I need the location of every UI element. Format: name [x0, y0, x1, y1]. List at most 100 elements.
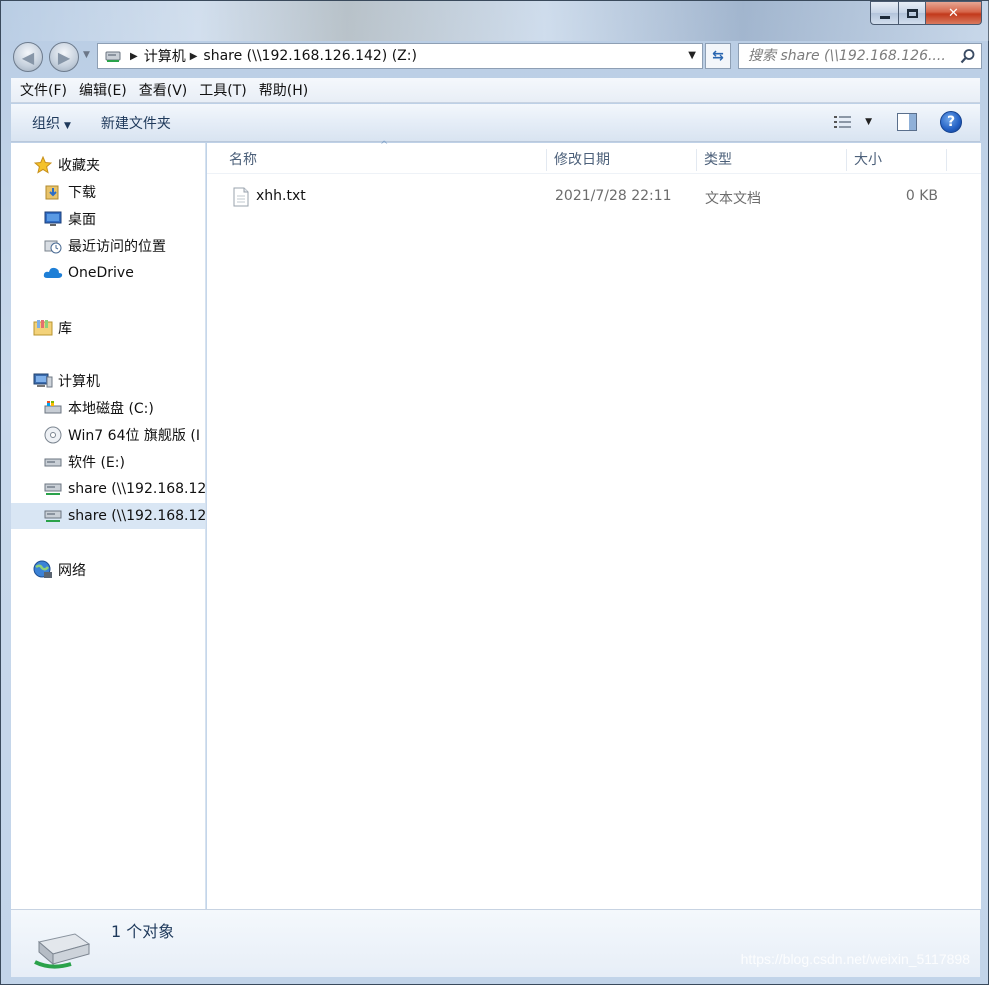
forward-button[interactable]: ▶: [49, 42, 79, 72]
tree-item-desktop[interactable]: 桌面: [11, 206, 205, 232]
tree-label: 最近访问的位置: [68, 239, 166, 255]
tree-item-libraries[interactable]: 库: [11, 315, 205, 341]
help-button[interactable]: ?: [940, 111, 962, 133]
minimize-icon: [879, 15, 890, 19]
network-drive-large-icon: [34, 933, 91, 969]
breadcrumb-share[interactable]: share (\\192.168.126.142) (Z:): [203, 48, 417, 64]
refresh-icon: ⇆: [712, 48, 724, 64]
change-view-button[interactable]: ▼: [833, 114, 872, 130]
onedrive-cloud-icon: [43, 264, 63, 282]
maximize-button[interactable]: [899, 1, 926, 25]
desktop-icon: [43, 210, 63, 228]
tree-label: 收藏夹: [58, 158, 100, 174]
window-controls: ✕: [870, 1, 982, 25]
search-icon[interactable]: [960, 48, 976, 64]
menu-bar: 文件(F) 编辑(E) 查看(V) 工具(T) 帮助(H): [11, 78, 980, 103]
tree-label: 软件 (E:): [68, 455, 125, 471]
tree-label: 下载: [68, 185, 96, 201]
file-list: ^ 名称 修改日期 类型 大小 xhh.txt 2021/7/28 22:11 …: [207, 140, 981, 909]
menu-help[interactable]: 帮助(H): [254, 80, 313, 100]
search-box[interactable]: [738, 43, 982, 69]
column-header-type[interactable]: 类型: [697, 149, 847, 171]
tree-item-favorites[interactable]: 收藏夹: [11, 152, 205, 178]
details-view-icon: [834, 116, 852, 128]
close-button[interactable]: ✕: [926, 1, 982, 25]
back-button[interactable]: ◀: [13, 42, 43, 72]
address-bar[interactable]: ▶ 计算机 ▶ share (\\192.168.126.142) (Z:) ▼: [97, 43, 703, 69]
tree-label: 计算机: [58, 374, 100, 390]
recent-pages-dropdown[interactable]: ▼: [83, 50, 90, 60]
title-bar[interactable]: [1, 1, 989, 41]
recent-places-icon: [43, 237, 63, 255]
file-type: 文本文档: [705, 191, 761, 207]
tree-item-onedrive[interactable]: OneDrive: [11, 260, 205, 286]
breadcrumb-separator-icon[interactable]: ▶: [190, 51, 198, 62]
organize-button[interactable]: 组织 ▼: [22, 113, 81, 133]
address-dropdown-icon[interactable]: ▼: [688, 50, 696, 61]
tree-label: 库: [58, 321, 72, 337]
tree-item-computer[interactable]: 计算机: [11, 368, 205, 394]
breadcrumb-separator-icon[interactable]: ▶: [130, 51, 138, 62]
tree-label: share (\\192.168.12: [68, 508, 206, 524]
downloads-folder-icon: [43, 183, 63, 201]
back-arrow-icon: ◀: [21, 47, 35, 67]
column-header-date[interactable]: 修改日期: [547, 149, 697, 171]
tree-item-share-2[interactable]: share (\\192.168.12: [11, 503, 206, 529]
network-globe-icon: [33, 560, 53, 579]
tree-label: 网络: [58, 563, 86, 579]
menu-edit[interactable]: 编辑(E): [74, 80, 132, 100]
star-icon: [33, 156, 53, 174]
breadcrumb-computer[interactable]: 计算机: [144, 46, 186, 66]
close-icon: ✕: [948, 5, 959, 21]
network-drive-icon: [102, 46, 126, 66]
minimize-button[interactable]: [870, 1, 899, 25]
tree-item-drive-e[interactable]: 软件 (E:): [11, 449, 205, 475]
tree-item-dvd-drive[interactable]: Win7 64位 旗舰版 (I: [11, 422, 205, 448]
chevron-down-icon[interactable]: ▼: [865, 117, 872, 127]
tree-item-drive-c[interactable]: 本地磁盘 (C:): [11, 395, 205, 421]
local-drive-icon: [43, 453, 63, 471]
menu-view[interactable]: 查看(V): [134, 80, 193, 100]
system-drive-icon: [43, 399, 63, 417]
network-drive-icon: [43, 480, 63, 498]
tree-item-recent[interactable]: 最近访问的位置: [11, 233, 205, 259]
tree-item-downloads[interactable]: 下载: [11, 179, 205, 205]
tree-label: OneDrive: [68, 265, 134, 281]
address-row: ◀ ▶ ▼ ▶ 计算机 ▶ share (\\192.168.126.142) …: [11, 41, 982, 72]
preview-pane-button[interactable]: [897, 113, 917, 131]
tree-label: share (\\192.168.12: [68, 481, 206, 497]
tree-label: Win7 64位 旗舰版 (I: [68, 428, 200, 444]
search-input[interactable]: [748, 48, 953, 64]
refresh-button[interactable]: ⇆: [705, 43, 731, 69]
item-count: 1 个对象: [111, 922, 175, 941]
organize-label: 组织: [32, 115, 60, 132]
column-header-size[interactable]: 大小: [847, 149, 947, 171]
chevron-down-icon: ▼: [64, 120, 71, 131]
new-folder-button[interactable]: 新建文件夹: [91, 113, 181, 133]
tree-item-network[interactable]: 网络: [11, 557, 205, 583]
table-row[interactable]: xhh.txt 2021/7/28 22:11 文本文档 0 KB: [227, 183, 957, 211]
explorer-window: ✕ ◀ ▶ ▼ ▶ 计算机 ▶ share (\\192.168.126.142…: [0, 0, 989, 985]
file-size: 0 KB: [905, 188, 938, 204]
help-icon: ?: [946, 114, 956, 130]
forward-arrow-icon: ▶: [57, 47, 71, 67]
library-icon: [33, 319, 53, 337]
column-header-name[interactable]: 名称: [213, 149, 547, 171]
tree-label: 桌面: [68, 212, 96, 228]
network-drive-icon: [43, 507, 63, 525]
file-name: xhh.txt: [256, 188, 306, 204]
navigation-pane: 收藏夹 下载 桌面 最近访问的位置 OneDrive 库 计算机 本地磁盘 (C…: [11, 143, 206, 909]
computer-icon: [33, 372, 53, 390]
dvd-disc-icon: [43, 426, 63, 444]
watermark-text: https://blog.csdn.net/weixin_5117898: [740, 951, 970, 967]
column-header-row: ^ 名称 修改日期 类型 大小: [207, 140, 981, 174]
tree-item-share-1[interactable]: share (\\192.168.12: [11, 476, 206, 502]
tree-label: 本地磁盘 (C:): [68, 401, 154, 417]
maximize-icon: [906, 8, 918, 18]
file-modified: 2021/7/28 22:11: [555, 188, 672, 204]
text-file-icon: [233, 187, 249, 207]
command-bar: 组织 ▼ 新建文件夹 ▼ ?: [11, 104, 980, 142]
menu-file[interactable]: 文件(F): [15, 80, 72, 100]
details-pane: 1 个对象 https://blog.csdn.net/weixin_51178…: [11, 909, 980, 977]
menu-tools[interactable]: 工具(T): [194, 80, 251, 100]
